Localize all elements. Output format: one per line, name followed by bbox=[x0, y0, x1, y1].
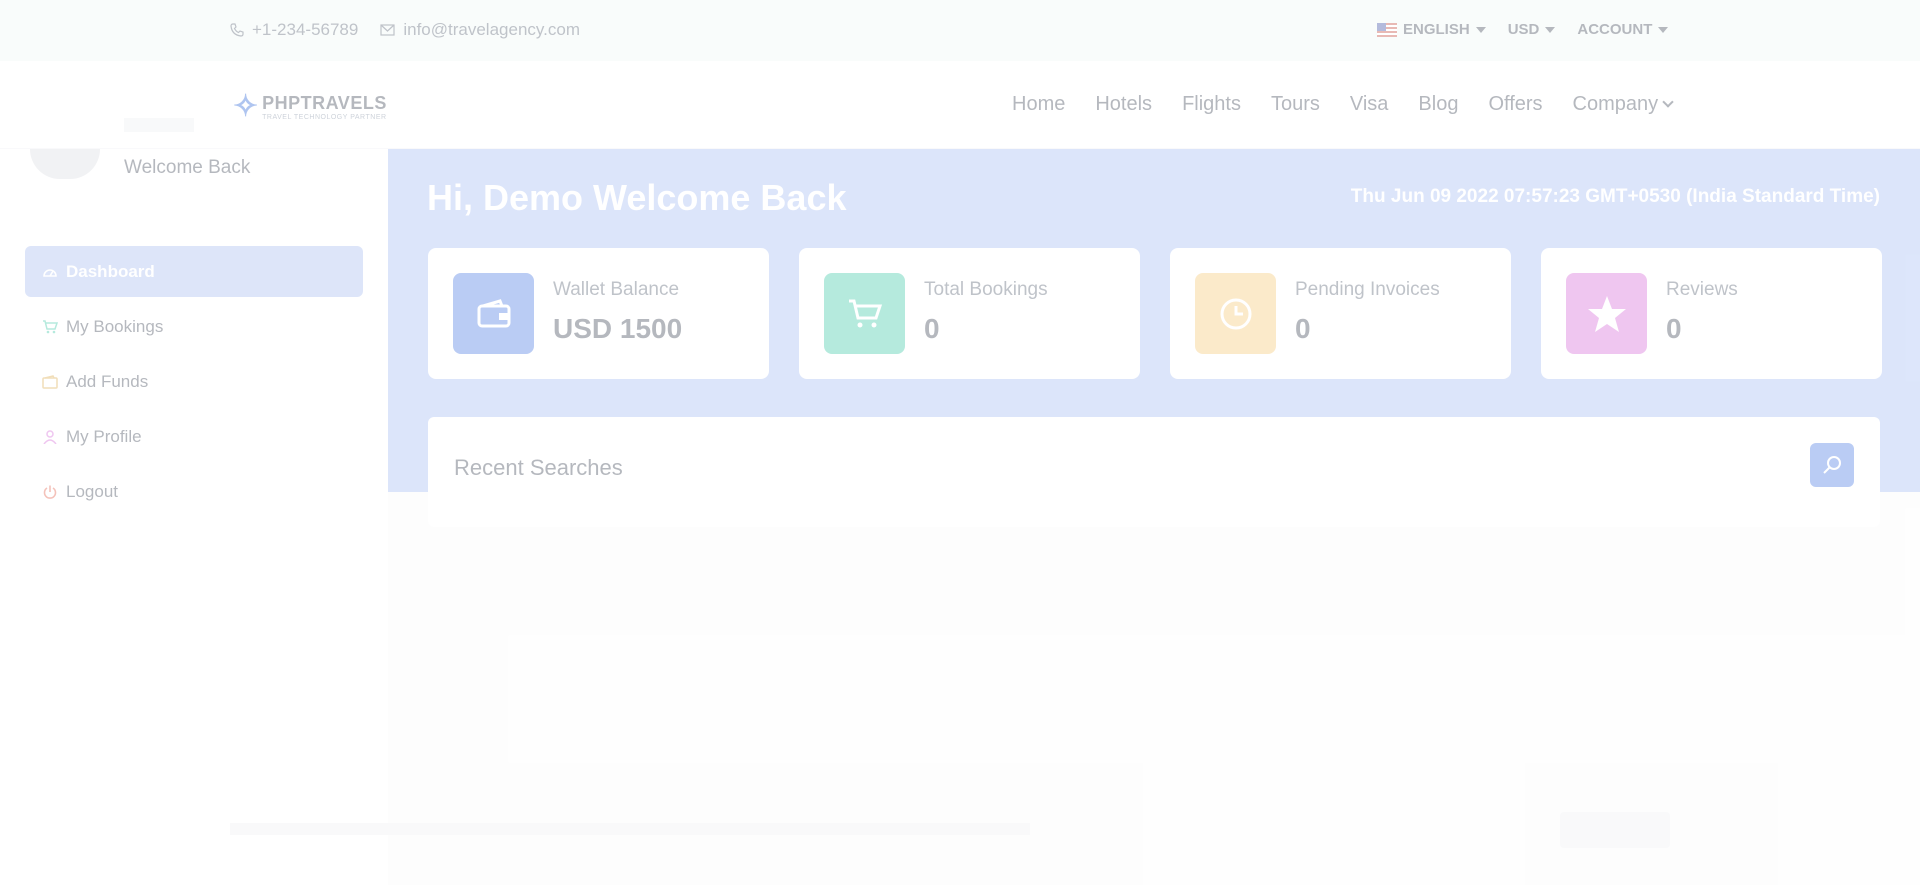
search-button[interactable] bbox=[1810, 443, 1854, 487]
sidebar-item-label: My Profile bbox=[66, 426, 142, 446]
nav-home[interactable]: Home bbox=[1012, 93, 1065, 116]
wallet-icon bbox=[42, 374, 58, 389]
stat-label: Pending Invoices bbox=[1295, 279, 1440, 300]
user-name-placeholder bbox=[124, 118, 194, 132]
top-bar: +1-234-56789 info@travelagency.com ENGLI… bbox=[0, 0, 1920, 61]
stat-value: USD 1500 bbox=[553, 313, 683, 344]
nav-hotels[interactable]: Hotels bbox=[1095, 93, 1152, 116]
stat-icon-box bbox=[824, 273, 905, 354]
current-datetime: Thu Jun 09 2022 07:57:23 GMT+0530 (India… bbox=[1350, 186, 1880, 207]
logo-tagline: TRAVEL TECHNOLOGY PARTNER bbox=[262, 113, 387, 121]
stat-label: Wallet Balance bbox=[553, 279, 680, 300]
sidebar-item-logout[interactable]: Logout bbox=[25, 466, 363, 517]
cart-icon bbox=[43, 319, 58, 333]
page-title: Hi, Demo Welcome Back bbox=[427, 177, 847, 218]
logo-name: PHPTRAVELS bbox=[262, 92, 387, 113]
email-text: info@travelagency.com bbox=[403, 20, 580, 39]
stat-icon-box bbox=[1195, 273, 1276, 354]
sidebar: Welcome Back Dashboard My Bookings Add F… bbox=[0, 118, 388, 885]
dashboard-icon bbox=[43, 268, 57, 277]
clock-icon bbox=[1220, 298, 1251, 329]
stats-cards: Wallet Balance USD 1500 Total Bookings 0… bbox=[428, 248, 1882, 379]
footer-faded bbox=[230, 808, 1670, 848]
nav-company-label: Company bbox=[1572, 93, 1659, 115]
phone-icon bbox=[230, 23, 244, 37]
account-dropdown[interactable]: ACCOUNT bbox=[1577, 21, 1669, 38]
nav-visa[interactable]: Visa bbox=[1350, 93, 1389, 116]
nav-tours[interactable]: Tours bbox=[1271, 93, 1320, 116]
sidebar-item-label: Add Funds bbox=[66, 371, 149, 391]
language-label: ENGLISH bbox=[1403, 21, 1470, 38]
search-icon bbox=[1823, 456, 1841, 474]
site-logo[interactable]: ✧ PHPTRAVELS TRAVEL TECHNOLOGY PARTNER bbox=[233, 89, 387, 124]
sidebar-item-dashboard[interactable]: Dashboard bbox=[25, 246, 363, 297]
sidebar-item-my-profile[interactable]: My Profile bbox=[25, 411, 363, 462]
footer-text-placeholder bbox=[230, 823, 1030, 835]
nav-blog[interactable]: Blog bbox=[1418, 93, 1458, 116]
wallet-icon bbox=[477, 298, 510, 327]
nav-offers[interactable]: Offers bbox=[1488, 93, 1542, 116]
stat-label: Reviews bbox=[1666, 279, 1738, 300]
stat-value: 0 bbox=[924, 313, 940, 344]
stat-card-bookings: Total Bookings 0 bbox=[799, 248, 1140, 379]
welcome-text: Welcome Back bbox=[124, 157, 251, 178]
stat-card-invoices: Pending Invoices 0 bbox=[1170, 248, 1511, 379]
language-dropdown[interactable]: ENGLISH bbox=[1377, 21, 1486, 38]
footer-button-placeholder bbox=[1560, 812, 1670, 848]
caret-down-icon bbox=[1658, 26, 1669, 33]
avatar bbox=[30, 149, 100, 179]
logo-icon: ✧ bbox=[233, 90, 259, 123]
currency-label: USD bbox=[1507, 21, 1540, 38]
chevron-down-icon bbox=[1662, 96, 1674, 108]
cart-icon bbox=[848, 299, 882, 327]
contact-info: +1-234-56789 info@travelagency.com bbox=[230, 20, 580, 40]
nav-company-dropdown[interactable]: Company bbox=[1572, 93, 1674, 116]
phone-text: +1-234-56789 bbox=[252, 20, 359, 39]
account-label: ACCOUNT bbox=[1577, 21, 1653, 38]
sidebar-item-label: My Bookings bbox=[66, 316, 164, 336]
stat-icon-box bbox=[1566, 273, 1647, 354]
sidebar-item-add-funds[interactable]: Add Funds bbox=[25, 356, 363, 407]
nav-flights[interactable]: Flights bbox=[1182, 93, 1241, 116]
sidebar-item-label: Dashboard bbox=[66, 261, 155, 281]
power-icon bbox=[43, 485, 57, 499]
star-icon bbox=[1587, 295, 1626, 332]
currency-dropdown[interactable]: USD bbox=[1508, 21, 1556, 38]
phone-link[interactable]: +1-234-56789 bbox=[230, 20, 358, 40]
email-link[interactable]: info@travelagency.com bbox=[380, 20, 580, 40]
caret-down-icon bbox=[1545, 26, 1556, 33]
mail-icon bbox=[380, 24, 395, 36]
stat-label: Total Bookings bbox=[924, 279, 1048, 300]
stat-value: 0 bbox=[1666, 313, 1682, 344]
recent-searches-title: Recent Searches bbox=[454, 455, 623, 480]
stat-card-reviews: Reviews 0 bbox=[1541, 248, 1882, 379]
user-icon bbox=[43, 429, 57, 444]
stat-card-wallet: Wallet Balance USD 1500 bbox=[428, 248, 769, 379]
sidebar-nav: Dashboard My Bookings Add Funds My Profi… bbox=[25, 246, 363, 521]
page-root: +1-234-56789 info@travelagency.com ENGLI… bbox=[0, 0, 1920, 885]
stat-value: 0 bbox=[1295, 313, 1311, 344]
topbar-dropdowns: ENGLISH USD ACCOUNT bbox=[1377, 21, 1669, 38]
stat-icon-box bbox=[453, 273, 534, 354]
main-menu: Home Hotels Flights Tours Visa Blog Offe… bbox=[1012, 93, 1674, 116]
recent-searches-panel: Recent Searches bbox=[428, 417, 1880, 527]
logo-text: PHPTRAVELS TRAVEL TECHNOLOGY PARTNER bbox=[262, 93, 387, 121]
sidebar-item-my-bookings[interactable]: My Bookings bbox=[25, 301, 363, 352]
main-navbar: ✧ PHPTRAVELS TRAVEL TECHNOLOGY PARTNER H… bbox=[0, 61, 1920, 149]
us-flag-icon bbox=[1377, 22, 1397, 37]
caret-down-icon bbox=[1475, 26, 1486, 33]
sidebar-item-label: Logout bbox=[66, 481, 118, 501]
